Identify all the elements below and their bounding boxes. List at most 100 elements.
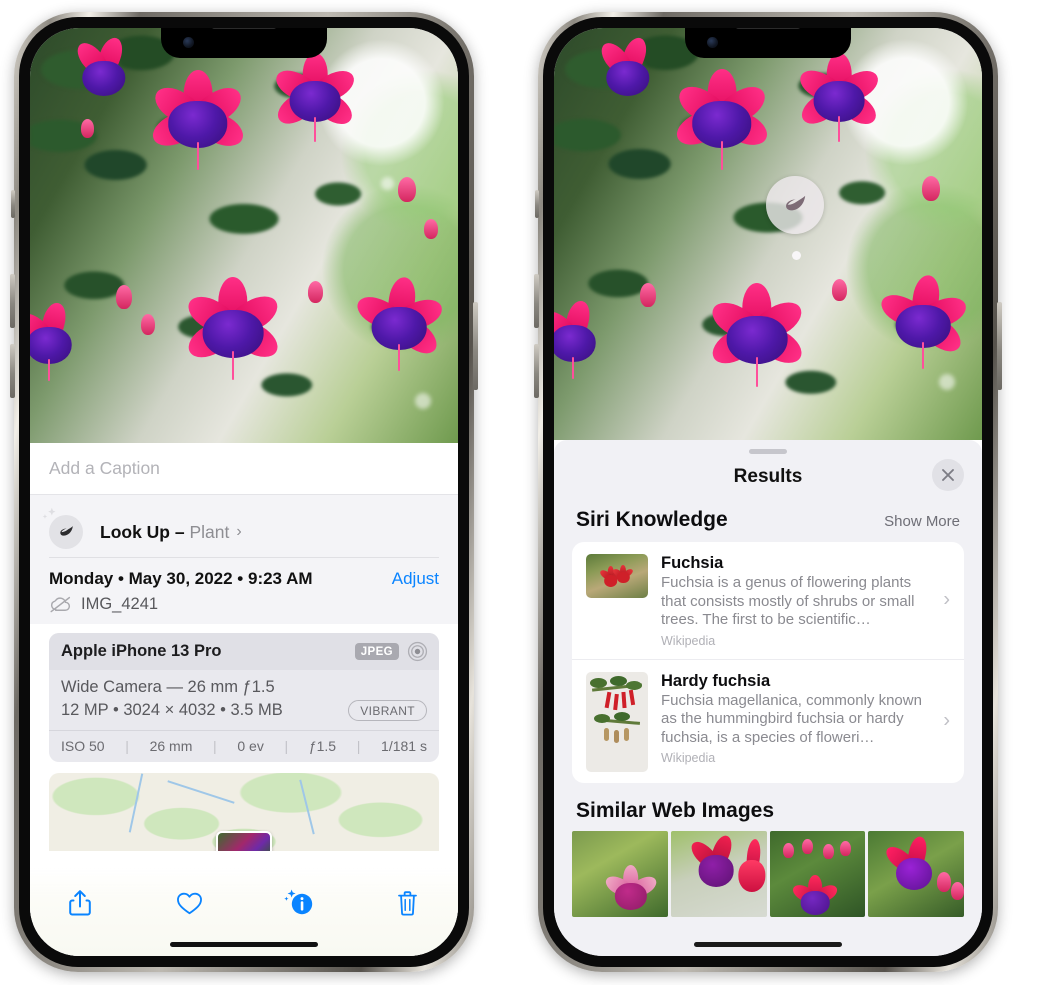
photo-date: Monday • May 30, 2022 • 9:23 AM bbox=[49, 569, 313, 588]
web-image-thumbnail[interactable] bbox=[769, 830, 866, 917]
sparkle-icon bbox=[42, 507, 56, 519]
mute-switch[interactable] bbox=[535, 190, 539, 218]
knowledge-source: Wikipedia bbox=[661, 633, 716, 648]
location-map[interactable] bbox=[49, 773, 439, 851]
visual-look-up-badge[interactable] bbox=[766, 176, 824, 234]
close-button[interactable] bbox=[932, 459, 964, 491]
web-image-thumbnail[interactable] bbox=[868, 830, 964, 917]
exif-stat-iso: ISO 50 bbox=[61, 738, 105, 754]
notch bbox=[685, 28, 851, 58]
caption-input[interactable]: Add a Caption bbox=[30, 443, 458, 495]
volume-down-button[interactable] bbox=[534, 344, 539, 398]
mute-switch[interactable] bbox=[11, 190, 15, 218]
knowledge-title: Fuchsia bbox=[661, 554, 724, 572]
similar-web-images-title: Similar Web Images bbox=[576, 798, 775, 822]
photo-viewer[interactable] bbox=[30, 28, 458, 443]
flower-bud bbox=[639, 283, 656, 308]
flower-bud bbox=[115, 285, 132, 310]
delete-button[interactable] bbox=[386, 882, 430, 924]
divider: | bbox=[284, 738, 289, 754]
favorite-button[interactable] bbox=[167, 882, 211, 924]
earpiece-speaker bbox=[735, 28, 801, 29]
flower bbox=[795, 52, 883, 142]
power-button[interactable] bbox=[473, 302, 478, 390]
info-button[interactable] bbox=[277, 882, 321, 924]
screenshot-canvas: Add a Caption Look Up – Plant › Monday •… bbox=[0, 0, 1055, 985]
flower bbox=[147, 69, 249, 171]
format-badge: JPEG bbox=[354, 643, 399, 660]
exif-body: Wide Camera — 26 mm ƒ1.5 12 MP • 3024 × … bbox=[49, 670, 439, 730]
phone-left-bezel: Add a Caption Look Up – Plant › Monday •… bbox=[19, 17, 469, 967]
results-sheet: Results Siri Knowledge Show More Fuchsia… bbox=[554, 440, 982, 956]
share-icon bbox=[69, 890, 91, 916]
web-image-thumbnail[interactable] bbox=[670, 830, 767, 917]
flower bbox=[271, 52, 359, 142]
heart-icon bbox=[176, 892, 202, 914]
phone-left: Add a Caption Look Up – Plant › Monday •… bbox=[10, 12, 478, 972]
phone-right-bezel: Results Siri Knowledge Show More Fuchsia… bbox=[543, 17, 993, 967]
knowledge-card[interactable]: Hardy fuchsia Fuchsia magellanica, commo… bbox=[572, 658, 964, 783]
home-indicator[interactable] bbox=[170, 942, 318, 947]
web-image-thumbnail[interactable] bbox=[572, 830, 668, 917]
flower bbox=[69, 34, 139, 100]
photo-filename: IMG_4241 bbox=[81, 595, 159, 613]
image-size-info: 12 MP • 3024 × 4032 • 3.5 MB bbox=[61, 701, 283, 719]
similar-web-images-header: Similar Web Images bbox=[554, 783, 982, 829]
flower-bud bbox=[141, 314, 156, 336]
flower-bud bbox=[832, 279, 848, 302]
flower bbox=[706, 283, 808, 387]
lens-info: Wide Camera — 26 mm ƒ1.5 bbox=[61, 678, 275, 696]
similar-web-images-row[interactable] bbox=[554, 830, 982, 917]
share-button[interactable] bbox=[58, 882, 102, 924]
map-road bbox=[128, 773, 144, 833]
cloud-slash-icon bbox=[50, 596, 71, 613]
exif-header: Apple iPhone 13 Pro JPEG bbox=[49, 633, 439, 670]
look-up-label: Look Up – Plant bbox=[100, 522, 229, 543]
map-road bbox=[299, 779, 316, 835]
exif-stat-ev: 0 ev bbox=[237, 738, 264, 754]
show-more-button[interactable]: Show More bbox=[884, 513, 960, 530]
look-up-row[interactable]: Look Up – Plant › bbox=[42, 507, 439, 557]
info-sparkle-icon bbox=[283, 889, 312, 915]
map-road bbox=[167, 780, 235, 804]
flower-bud bbox=[398, 177, 417, 203]
flower bbox=[876, 273, 971, 369]
chevron-right-icon: › bbox=[943, 588, 950, 611]
volume-down-button[interactable] bbox=[10, 344, 15, 398]
camera-model: Apple iPhone 13 Pro bbox=[61, 642, 222, 660]
siri-knowledge-list: Fuchsia Fuchsia is a genus of flowering … bbox=[572, 542, 964, 783]
siri-knowledge-title: Siri Knowledge bbox=[576, 508, 728, 531]
flower bbox=[30, 300, 85, 382]
siri-knowledge-header: Siri Knowledge Show More bbox=[554, 502, 982, 542]
look-up-subject: Plant bbox=[189, 521, 230, 542]
look-up-dash: – bbox=[170, 521, 190, 542]
home-indicator[interactable] bbox=[694, 942, 842, 947]
exif-stats-row: ISO 50 | 26 mm | 0 ev | ƒ1.5 | 1/181 s bbox=[49, 730, 439, 762]
knowledge-card[interactable]: Fuchsia Fuchsia is a genus of flowering … bbox=[572, 542, 964, 659]
flower-bud bbox=[308, 281, 324, 304]
exif-stat-focal: 26 mm bbox=[149, 738, 193, 754]
chevron-right-icon: › bbox=[943, 709, 950, 732]
map-photo-pin[interactable] bbox=[216, 831, 272, 851]
volume-up-button[interactable] bbox=[534, 274, 539, 328]
look-up-text: Look Up bbox=[100, 521, 170, 542]
trash-icon bbox=[398, 890, 418, 916]
flower-bud bbox=[922, 176, 941, 202]
photo-viewer[interactable] bbox=[554, 28, 982, 440]
exif-card[interactable]: Apple iPhone 13 Pro JPEG Wide Camera — 2… bbox=[49, 633, 439, 762]
exif-stat-shutter: 1/181 s bbox=[381, 738, 427, 754]
photographic-style-badge: VIBRANT bbox=[348, 700, 427, 721]
exif-stat-aperture: ƒ1.5 bbox=[308, 738, 337, 754]
adjust-button[interactable]: Adjust bbox=[392, 569, 439, 589]
close-icon bbox=[942, 469, 954, 481]
volume-up-button[interactable] bbox=[10, 274, 15, 328]
flower bbox=[554, 298, 609, 380]
results-header: Results bbox=[554, 454, 982, 502]
power-button[interactable] bbox=[997, 302, 1002, 390]
chevron-right-icon: › bbox=[236, 523, 242, 540]
knowledge-thumbnail bbox=[586, 554, 648, 598]
front-camera-icon bbox=[707, 37, 718, 48]
flower-bud bbox=[423, 218, 438, 239]
phone-left-screen: Add a Caption Look Up – Plant › Monday •… bbox=[30, 28, 458, 956]
knowledge-description: Fuchsia is a genus of flowering plants t… bbox=[661, 574, 915, 628]
